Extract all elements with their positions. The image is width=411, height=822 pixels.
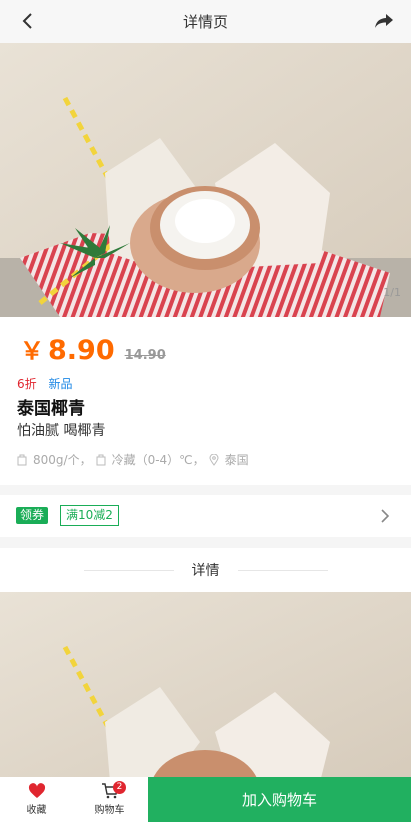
cart-count-badge: 2 xyxy=(113,781,126,794)
product-specs: 800g/个， 冷藏（0-4）℃， 泰国 xyxy=(17,451,249,468)
price-row: ￥ 8.90 14.90 xyxy=(20,331,166,366)
chevron-left-icon xyxy=(22,13,32,29)
divider-left xyxy=(83,569,174,571)
bottom-action-bar: 收藏 购物车 2 加入购物车 xyxy=(0,777,411,822)
current-price: 8.90 xyxy=(48,335,115,366)
product-name: 泰国椰青 xyxy=(17,399,85,419)
product-subtitle: 怕油腻 喝椰青 xyxy=(17,423,106,439)
detail-heading-text: 详情 xyxy=(191,563,220,579)
package-icon xyxy=(17,454,27,465)
discount-tag: 6折 xyxy=(17,377,37,391)
share-arrow-icon xyxy=(375,14,393,28)
new-tag: 新品 xyxy=(48,377,73,391)
product-tags: 6折 新品 xyxy=(17,375,72,392)
currency-symbol: ￥ xyxy=(20,337,44,365)
coupon-bar[interactable]: 领券 满10减2 xyxy=(0,495,411,537)
heart-icon xyxy=(28,783,45,798)
product-image-carousel[interactable]: 1/1 xyxy=(0,43,411,317)
share-button[interactable] xyxy=(371,8,397,34)
favorite-button[interactable]: 收藏 xyxy=(0,777,73,822)
storage-icon xyxy=(96,454,106,465)
coconut-detail-image xyxy=(0,592,411,782)
spec-origin: 泰国 xyxy=(224,453,249,467)
chevron-right-icon xyxy=(381,509,390,523)
product-info-card: ￥ 8.90 14.90 6折 新品 泰国椰青 怕油腻 喝椰青 800g/个， … xyxy=(0,317,411,485)
carousel-pager: 1/1 xyxy=(383,286,401,299)
coupon-label: 领券 xyxy=(16,507,49,524)
coupon-chip[interactable]: 满10减2 xyxy=(60,505,119,526)
coconut-product-image xyxy=(0,43,411,317)
detail-section-heading: 详情 xyxy=(0,548,411,592)
spec-weight: 800g/个， xyxy=(33,453,92,467)
spec-storage: 冷藏（0-4）℃， xyxy=(111,453,205,467)
divider-right xyxy=(237,569,328,571)
favorite-label: 收藏 xyxy=(26,805,47,816)
back-button[interactable] xyxy=(14,8,40,34)
cart-label: 购物车 xyxy=(94,805,125,816)
location-pin-icon xyxy=(209,453,219,466)
page-title: 详情页 xyxy=(182,13,228,31)
cart-button[interactable]: 购物车 2 xyxy=(73,777,146,822)
top-navigation-bar: 详情页 xyxy=(0,0,411,43)
add-to-cart-button[interactable]: 加入购物车 xyxy=(148,777,411,822)
detail-image xyxy=(0,592,411,782)
original-price: 14.90 xyxy=(124,348,166,363)
